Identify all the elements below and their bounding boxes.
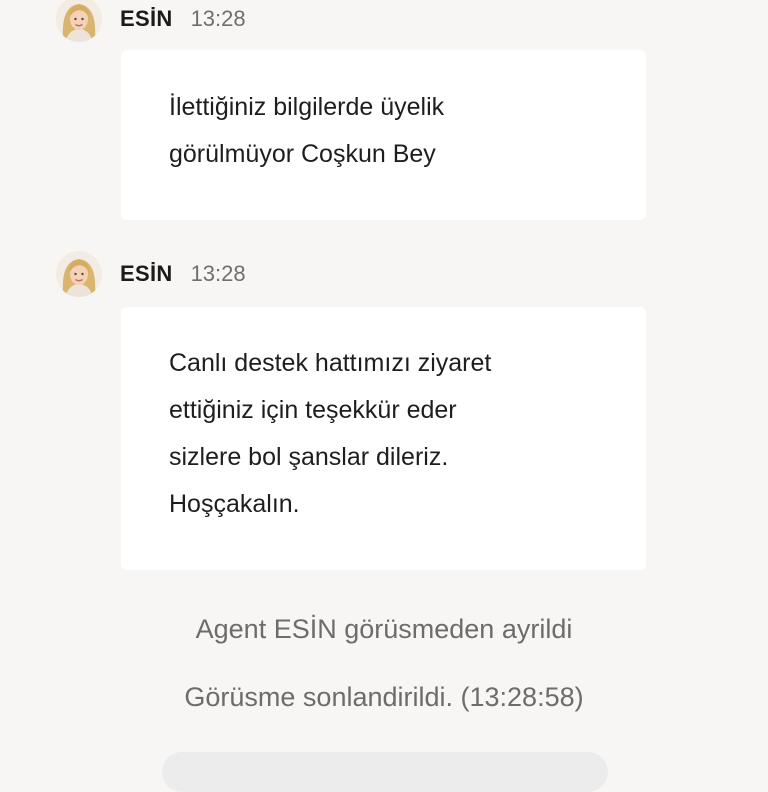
message-bubble: Canlı destek hattımızı ziyaret ettiğiniz… (121, 307, 646, 570)
message-text-line: ettiğiniz için teşekkür eder (169, 396, 457, 424)
agent-avatar-icon (56, 0, 102, 42)
message-text-line: Hoşçakalın. (169, 490, 300, 518)
system-message-chat-ended: Görüsme sonlandirildi. (13:28:58) (184, 682, 584, 712)
agent-avatar-icon (56, 251, 102, 297)
chat-action-bar[interactable] (162, 752, 608, 792)
message-time: 13:28 (190, 6, 246, 31)
message-header: ESİN 13:28 (56, 0, 246, 42)
system-message-agent-left: Agent ESİN görüsmeden ayrildi (195, 614, 573, 644)
message-text-line: İlettiğiniz bilgilerde üyelik (169, 93, 445, 121)
message-text-line: sizlere bol şanslar dileriz. (169, 443, 449, 471)
message-bubble: İlettiğiniz bilgilerde üyelik görülmüyor… (121, 50, 646, 220)
sender-name: ESİN (120, 6, 173, 31)
message-header: ESİN 13:28 (56, 251, 246, 297)
message-text-line: görülmüyor Coşkun Bey (169, 140, 436, 168)
message-text-line: Canlı destek hattımızı ziyaret (169, 349, 492, 377)
message-time: 13:28 (190, 261, 246, 286)
sender-name: ESİN (120, 261, 173, 286)
